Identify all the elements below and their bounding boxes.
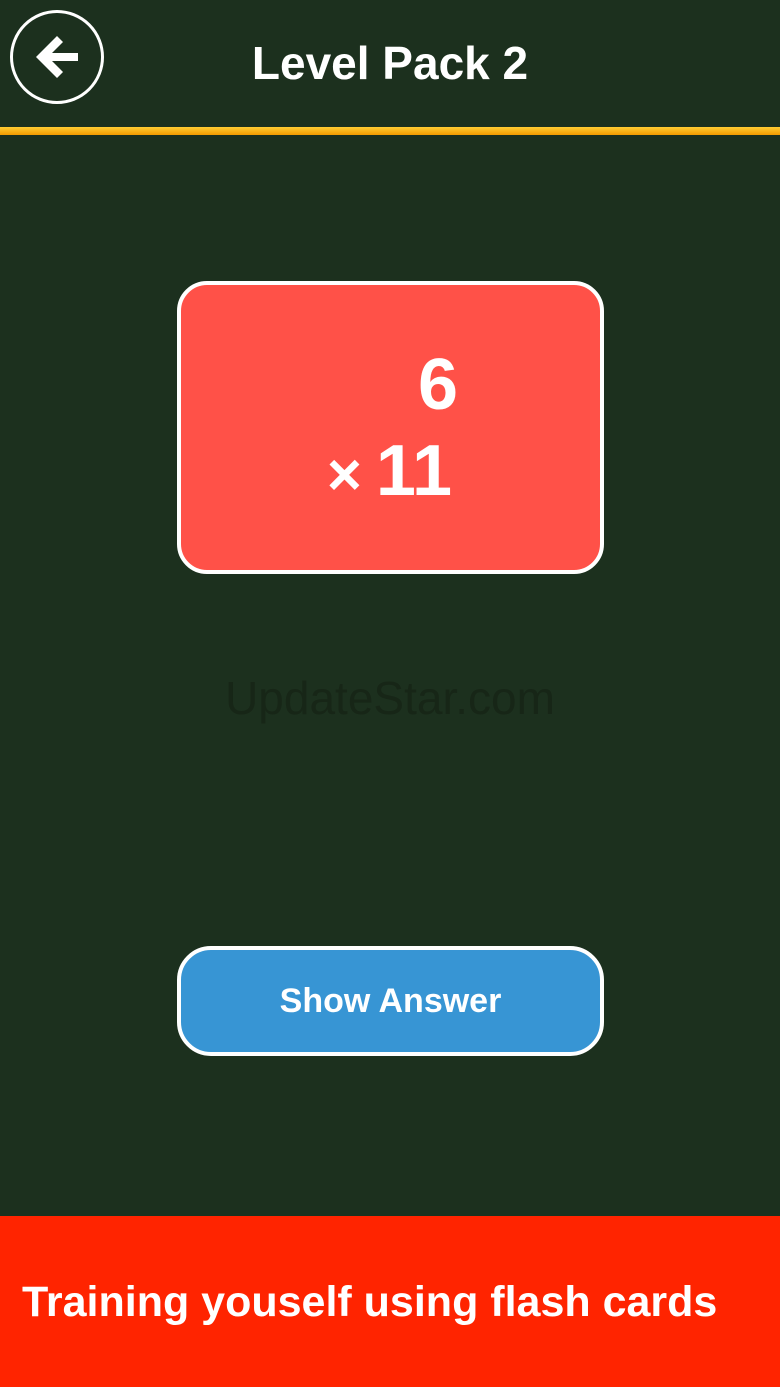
card-bottom-number: 11 (375, 431, 452, 511)
watermark: UpdateStar.com (225, 672, 555, 724)
banner-text: Training youself using flash cards (22, 1278, 718, 1326)
header-divider (0, 127, 780, 135)
page-title: Level Pack 2 (251, 37, 529, 89)
promo-banner: Training youself using flash cards (0, 1216, 780, 1387)
card-bottom-row: × 11 (327, 435, 452, 511)
multiply-operator: × (326, 441, 362, 508)
header-bar: Level Pack 2 (0, 0, 780, 127)
flash-card: 6 × 11 (177, 281, 604, 574)
show-answer-button[interactable]: Show Answer (177, 946, 604, 1056)
card-top-number: 6 (417, 345, 458, 425)
